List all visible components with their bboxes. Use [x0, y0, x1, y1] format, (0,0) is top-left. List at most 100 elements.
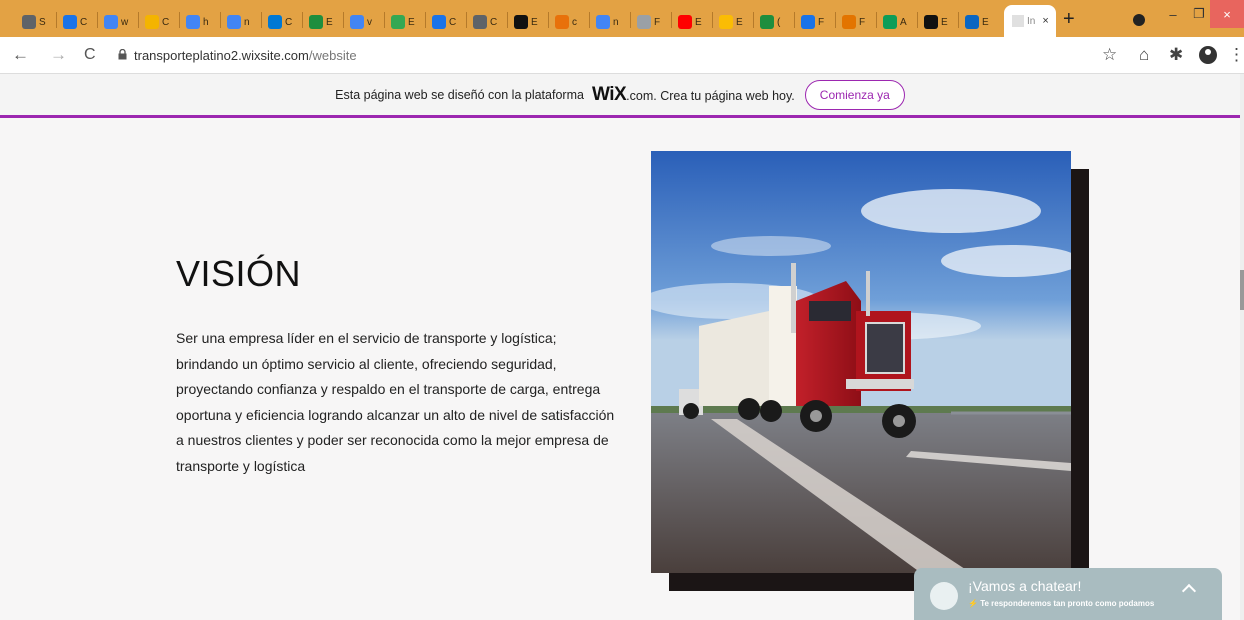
browser-tab[interactable]: C	[268, 7, 292, 37]
banner-brand-group: WiX .com. Crea tu página web hoy.	[592, 84, 795, 106]
extensions-icon[interactable]: ✱	[1169, 45, 1183, 65]
url-domain: transporteplatino2.wixsite.com	[134, 48, 309, 63]
tab-separator	[835, 12, 836, 28]
browser-tab[interactable]: h	[186, 7, 209, 37]
tab-separator	[712, 12, 713, 28]
browser-tab[interactable]: C	[473, 7, 497, 37]
tab-separator	[548, 12, 549, 28]
tab-title: S	[39, 16, 46, 28]
home-icon[interactable]: ⌂	[1139, 45, 1149, 65]
tab-favicon-icon	[555, 15, 569, 29]
minimize-button[interactable]: –	[1160, 0, 1186, 28]
tab-title: h	[203, 16, 209, 28]
browser-tab[interactable]: C	[145, 7, 169, 37]
tab-favicon-icon	[186, 15, 200, 29]
tab-title: n	[244, 16, 250, 28]
tab-favicon-icon	[965, 15, 979, 29]
chat-subtitle: ⚡ Te responderemos tan pronto como podam…	[968, 599, 1154, 608]
chat-widget[interactable]: ¡Vamos a chatear! ⚡ Te responderemos tan…	[914, 568, 1222, 620]
tab-title: C	[449, 16, 457, 28]
tab-title: C	[162, 16, 170, 28]
tab-favicon-icon	[637, 15, 651, 29]
tab-separator	[425, 12, 426, 28]
browser-tab[interactable]: C	[63, 7, 87, 37]
tab-separator	[917, 12, 918, 28]
browser-tab[interactable]: E	[924, 7, 948, 37]
tab-separator	[56, 12, 57, 28]
scrollbar-track[interactable]	[1240, 74, 1244, 620]
tab-separator	[507, 12, 508, 28]
chat-title: ¡Vamos a chatear!	[968, 578, 1082, 594]
tab-title: E	[408, 16, 415, 28]
browser-tab[interactable]: F	[842, 7, 865, 37]
bookmark-star-icon[interactable]: ☆	[1102, 45, 1117, 65]
start-now-button[interactable]: Comienza ya	[804, 79, 905, 110]
browser-tab[interactable]: E	[391, 7, 415, 37]
tab-title: A	[900, 16, 907, 28]
tab-separator	[220, 12, 221, 28]
browser-tab[interactable]: F	[637, 7, 660, 37]
tab-favicon-icon	[842, 15, 856, 29]
tab-separator	[179, 12, 180, 28]
chat-avatar-icon	[930, 582, 958, 610]
truck-photo[interactable]	[651, 151, 1071, 573]
browser-menu-icon[interactable]: ⋮	[1228, 45, 1244, 65]
window-close-button[interactable]: ×	[1210, 0, 1244, 28]
reload-button[interactable]: C	[84, 45, 96, 65]
browser-toolbar: ← → C transporteplatino2.wixsite.com/web…	[0, 37, 1244, 74]
tab-title: E	[531, 16, 538, 28]
address-bar[interactable]: transporteplatino2.wixsite.com/website	[134, 48, 357, 63]
tab-separator	[753, 12, 754, 28]
browser-tab[interactable]: A	[883, 7, 907, 37]
tab-favicon-icon	[22, 15, 36, 29]
tab-favicon-icon	[145, 15, 159, 29]
tab-favicon-icon	[883, 15, 897, 29]
back-button[interactable]: ←	[12, 45, 29, 65]
tab-separator	[384, 12, 385, 28]
profile-avatar-icon[interactable]	[1199, 46, 1217, 64]
browser-tab[interactable]: E	[965, 7, 989, 37]
browser-tab[interactable]: E	[309, 7, 333, 37]
close-tab-icon[interactable]: ×	[1042, 15, 1048, 27]
page-content: VISIÓN Ser una empresa líder en el servi…	[6, 121, 1240, 620]
tab-title: F	[818, 16, 825, 28]
tab-favicon-icon	[760, 15, 774, 29]
profile-indicator-icon[interactable]	[1133, 14, 1145, 26]
browser-tab[interactable]: S	[22, 7, 46, 37]
scrollbar-thumb[interactable]	[1240, 270, 1244, 310]
restore-button[interactable]: ❐	[1186, 0, 1212, 28]
tab-separator	[630, 12, 631, 28]
tab-favicon-icon	[596, 15, 610, 29]
browser-tab[interactable]: w	[104, 7, 128, 37]
new-tab-button[interactable]: +	[1063, 9, 1075, 29]
browser-tab[interactable]: (	[760, 7, 780, 37]
browser-tab[interactable]: F	[801, 7, 824, 37]
browser-tab[interactable]: E	[719, 7, 743, 37]
tab-title: E	[941, 16, 948, 28]
active-tab[interactable]: In ×	[1004, 5, 1056, 37]
tab-title: C	[80, 16, 88, 28]
browser-tab[interactable]: c	[555, 7, 577, 37]
tab-favicon-icon	[924, 15, 938, 29]
browser-tab[interactable]: C	[432, 7, 456, 37]
chevron-up-icon[interactable]	[1181, 583, 1197, 599]
browser-tab[interactable]: v	[350, 7, 372, 37]
tab-title: v	[367, 16, 372, 28]
browser-tab[interactable]: E	[678, 7, 702, 37]
wix-promo-banner: Esta página web se diseñó con la platafo…	[0, 74, 1240, 118]
browser-tab[interactable]: n	[227, 7, 250, 37]
tab-title: C	[490, 16, 498, 28]
browser-tab[interactable]: E	[514, 7, 538, 37]
browser-tab[interactable]: n	[596, 7, 619, 37]
tab-separator	[876, 12, 877, 28]
tab-title: F	[654, 16, 661, 28]
tab-favicon-icon	[1012, 15, 1024, 27]
forward-button[interactable]: →	[50, 45, 67, 65]
tab-title: n	[613, 16, 619, 28]
tab-favicon-icon	[432, 15, 446, 29]
lightning-icon: ⚡	[968, 599, 981, 608]
tab-favicon-icon	[473, 15, 487, 29]
wix-logo[interactable]: WiX	[592, 84, 627, 106]
tab-separator	[302, 12, 303, 28]
lock-icon[interactable]	[118, 49, 127, 60]
